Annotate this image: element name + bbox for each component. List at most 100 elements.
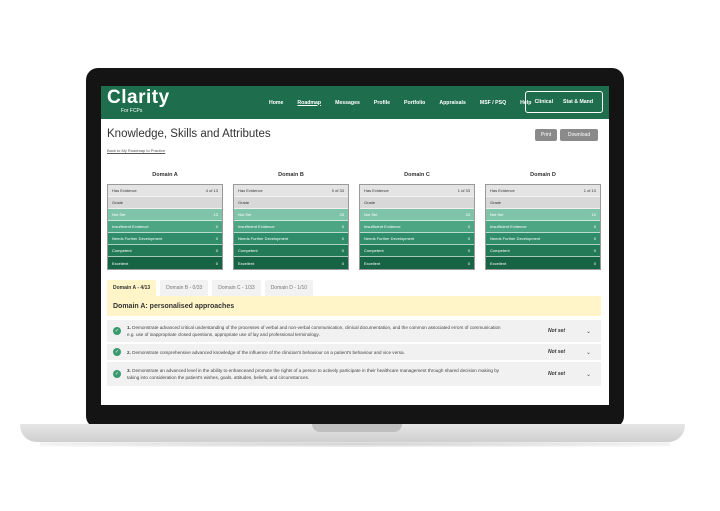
nav-appraisals[interactable]: Appraisals (439, 100, 466, 106)
has-evidence-row: Has Evidence 1 of 33 (360, 185, 474, 197)
row-label: Excellent (364, 260, 381, 266)
row-value: 0 (593, 260, 596, 266)
check-circle-icon: ✓ (113, 370, 121, 378)
item-description: Demonstrate an advanced level in the abi… (127, 368, 500, 380)
item-status: Not set (548, 349, 565, 355)
domain-card-table: Has Evidence 4 of 13 Grade Not Set 13 Insu… (107, 184, 223, 270)
item-status: Not set (548, 328, 565, 334)
row-value: 4 of 13 (205, 188, 218, 193)
row-label: Insufficient Evidence (112, 224, 149, 229)
competent-row: Competent 0 (360, 245, 474, 257)
check-circle-icon: ✓ (113, 327, 121, 335)
back-to-roadmap-link[interactable]: Back to My Roadmap to Practice (107, 148, 165, 153)
domain-card-title: Domain D (530, 172, 556, 178)
row-value: 0 (467, 260, 470, 266)
not-set-row: Not Set 10 (486, 209, 600, 221)
row-value: 0 (467, 224, 470, 229)
domain-card-title: Domain B (278, 172, 304, 178)
excellent-row: Excellent 0 (108, 257, 222, 269)
nav-clinical[interactable]: Clinical (535, 99, 553, 105)
item-status: Not set (548, 371, 565, 377)
chevron-down-icon[interactable]: ⌄ (586, 349, 591, 356)
row-value: 0 (215, 236, 218, 241)
row-label: Not Set (238, 212, 252, 217)
nav-msf-psq[interactable]: MSF / PSQ (480, 100, 506, 106)
item-description: Demonstrate advanced critical understand… (127, 325, 501, 337)
top-nav: Clarity For FCPs Home Roadmap Messages P… (101, 86, 609, 119)
row-label: Competent (364, 248, 384, 253)
competency-item[interactable]: ✓ 1. Demonstrate advanced critical under… (107, 320, 601, 344)
nav-messages[interactable]: Messages (335, 100, 360, 106)
competency-item[interactable]: ✓ 2. Demonstrate comprehensive advanced … (107, 344, 601, 362)
tab-domain-a[interactable]: Domain A - 4/13 (107, 280, 157, 296)
row-value: 33 (339, 212, 344, 217)
domain-section-header: Domain A: personalised approaches (107, 296, 601, 316)
has-evidence-row: Has Evidence 4 of 13 (108, 185, 222, 197)
logo-text: Clarity (107, 87, 170, 108)
excellent-row: Excellent 0 (360, 257, 474, 269)
domain-card-title: Domain A (152, 172, 178, 178)
row-label: Needs Further Development (112, 236, 163, 241)
row-value: 0 (467, 248, 470, 253)
insufficient-evidence-row: Insufficient Evidence 0 (360, 221, 474, 233)
insufficient-evidence-row: Insufficient Evidence 0 (234, 221, 348, 233)
nav-right-group: Clinical Stat & Mand (524, 91, 603, 113)
row-label: Needs Further Development (364, 236, 415, 241)
row-label: Not Set (112, 212, 126, 217)
nav-portfolio[interactable]: Portfolio (404, 100, 425, 106)
row-value: 0 (341, 248, 344, 253)
tab-domain-b[interactable]: Domain B - 0/33 (160, 280, 209, 296)
nav-roadmap[interactable]: Roadmap (297, 100, 321, 106)
row-value: 0 (467, 236, 470, 241)
domain-card-title: Domain C (404, 172, 430, 178)
row-label: Insufficient Evidence (490, 224, 527, 229)
grade-row: Grade (234, 197, 348, 209)
chevron-down-icon[interactable]: ⌄ (586, 328, 591, 335)
row-value: 0 (215, 224, 218, 229)
needs-development-row: Needs Further Development 0 (234, 233, 348, 245)
row-value: 0 (593, 248, 596, 253)
tab-domain-c[interactable]: Domain C - 1/33 (212, 280, 261, 296)
logo-subtitle: For FCPs (121, 108, 143, 114)
not-set-row: Not Set 13 (108, 209, 222, 221)
chevron-down-icon[interactable]: ⌄ (586, 371, 591, 378)
domain-tabs: Domain A - 4/13 Domain B - 0/33 Domain C… (107, 280, 317, 296)
excellent-row: Excellent 0 (486, 257, 600, 269)
clarity-logo[interactable]: Clarity For FCPs (107, 87, 170, 115)
item-number: 1. (127, 325, 131, 330)
has-evidence-row: Has Evidence 1 of 10 (486, 185, 600, 197)
row-label: Needs Further Development (490, 236, 541, 241)
domain-card-c: Domain C Has Evidence 1 of 33 Grade Not S… (359, 172, 475, 270)
row-value: 0 (341, 236, 344, 241)
competent-row: Competent 0 (108, 245, 222, 257)
competency-item[interactable]: ✓ 3. Demonstrate an advanced level in th… (107, 362, 601, 388)
row-label: Insufficient Evidence (238, 224, 275, 229)
print-button[interactable]: Print (535, 129, 557, 141)
domain-card-b: Domain B Has Evidence 0 of 33 Grade Not S… (233, 172, 349, 270)
item-number: 3. (127, 368, 131, 373)
nav-profile[interactable]: Profile (374, 100, 390, 106)
domain-card-table: Has Evidence 1 of 10 Grade Not Set 10 Insu… (485, 184, 601, 270)
nav-links: Home Roadmap Messages Profile Portfolio … (269, 86, 545, 119)
nav-home[interactable]: Home (269, 100, 283, 106)
tab-domain-d[interactable]: Domain D - 1/10 (264, 280, 314, 296)
download-button[interactable]: Download (560, 129, 598, 141)
row-label: Competent (490, 248, 510, 253)
domain-card-a: Domain A Has Evidence 4 of 13 Grade Not S… (107, 172, 223, 270)
item-description: Demonstrate comprehensive advanced knowl… (132, 349, 405, 355)
row-label: Excellent (490, 260, 507, 266)
not-set-row: Not Set 33 (360, 209, 474, 221)
row-label: Excellent (238, 260, 255, 266)
row-value: 1 of 10 (583, 188, 596, 193)
row-label: Has Evidence (364, 188, 389, 193)
needs-development-row: Needs Further Development 0 (360, 233, 474, 245)
competency-list: ✓ 1. Demonstrate advanced critical under… (107, 320, 601, 388)
competency-text: 3. Demonstrate an advanced level in the … (127, 367, 507, 381)
row-value: 33 (465, 212, 470, 217)
row-label: Has Evidence (238, 188, 263, 193)
row-value: 0 (341, 260, 344, 266)
nav-stat-mand[interactable]: Stat & Mand (563, 99, 593, 105)
row-value: 10 (591, 212, 596, 217)
domain-card-table: Has Evidence 1 of 33 Grade Not Set 33 Insu… (359, 184, 475, 270)
needs-development-row: Needs Further Development 0 (108, 233, 222, 245)
